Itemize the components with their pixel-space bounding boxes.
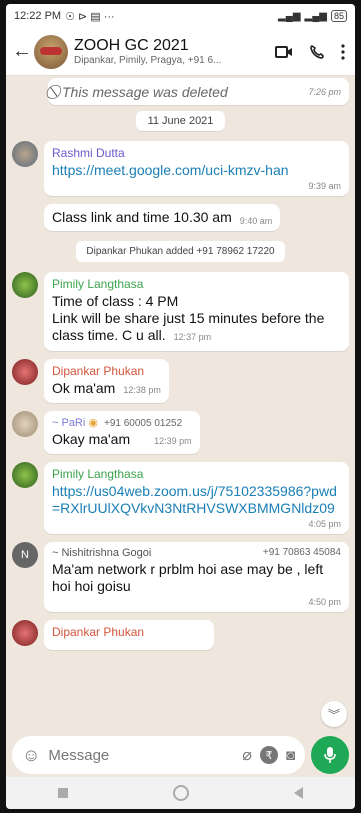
phone-screen: 12:22 PM ☉ ⊳ ▤ ··· ▂▄▆ ▂▄▆ 85 ← ZOOH GC … (6, 4, 355, 809)
meet-link[interactable]: https://meet.google.com/uci-kmzv-han (52, 162, 341, 179)
message-group-nishi: N ~ Nishitrishna Gogoi +91 70863 45084 Ma… (12, 538, 349, 616)
camera-icon[interactable]: ◙ (286, 747, 295, 764)
sender-name[interactable]: Pimily Langthasa (52, 467, 341, 481)
group-avatar[interactable] (34, 34, 68, 69)
message-text: Okay ma'am (52, 431, 131, 447)
message-line-1: Time of class : 4 PM (52, 293, 179, 309)
double-chevron-down-icon: ︾ (327, 707, 340, 722)
notification-icons: ☉ ⊳ ▤ ··· (65, 10, 115, 23)
signal-icon: ▂▄▆ (278, 10, 301, 22)
emoji-icon[interactable]: ☺ (22, 745, 40, 766)
recents-icon[interactable] (58, 788, 69, 798)
video-call-icon[interactable] (275, 45, 293, 59)
android-nav-bar (6, 777, 355, 809)
mic-icon (324, 747, 336, 763)
system-message: Dipankar Phukan added +91 78962 17220 (76, 241, 285, 262)
sender-name[interactable]: Rashmi Dutta (52, 146, 341, 160)
message-line-2: Link will be share just 15 minutes befor… (52, 310, 341, 346)
message-time: 9:40 am (239, 216, 273, 226)
message-group-pimily: Pimily Langthasa Time of class : 4 PM Li… (12, 268, 349, 355)
message-time: 4:50 pm (308, 597, 341, 607)
deleted-text: This message was deleted (62, 83, 228, 100)
message-group-dipankar: Dipankar Phukan Ok ma'am 12:38 pm (12, 355, 349, 407)
message-bubble[interactable]: Pimily Langthasa Time of class : 4 PM Li… (44, 272, 349, 351)
message-bubble[interactable]: Rashmi Dutta https://meet.google.com/uci… (44, 141, 349, 196)
date-divider: 11 June 2021 (135, 111, 226, 131)
message-group-pari: ~ PaRi ◉ +91 60005 01252 Okay ma'am 12:39 … (12, 407, 349, 458)
sender-name[interactable]: Dipankar Phukan (52, 364, 161, 378)
group-title: ZOOH GC 2021 (74, 37, 189, 54)
clock: 12:22 PM (14, 10, 62, 22)
avatar-dipankar[interactable] (12, 620, 38, 646)
home-icon[interactable] (172, 785, 189, 801)
message-bubble[interactable]: Pimily Langthasa https://us04web.zoom.us… (44, 462, 349, 534)
message-input[interactable]: Message (48, 747, 234, 764)
avatar-pimily[interactable] (12, 462, 38, 488)
sender-name[interactable]: ~ Nishitrishna Gogoi (52, 547, 151, 559)
scroll-down-button[interactable]: ︾ (321, 701, 347, 727)
message-time: 12:39 pm (154, 436, 192, 446)
battery-icon: 85 (330, 10, 347, 22)
more-options-icon[interactable] (341, 43, 345, 60)
message-input-box[interactable]: ☺ Message ⌀ ₹ ◙ (12, 736, 305, 774)
message-time: 9:39 am (308, 181, 341, 191)
header-title-block[interactable]: ZOOH GC 2021 Dipankar, Pimily, Pragya, +… (74, 37, 275, 66)
zoom-link[interactable]: https://us04web.zoom.us/j/75102335986?pw… (52, 483, 341, 517)
avatar-pimily[interactable] (12, 272, 38, 298)
chat-header[interactable]: ← ZOOH GC 2021 Dipankar, Pimily, Pragya,… (6, 28, 355, 76)
message-bubble[interactable]: ~ Nishitrishna Gogoi +91 70863 45084 Ma'a… (44, 542, 349, 612)
sender-name[interactable]: Dipankar Phukan (52, 625, 206, 639)
message-text: Ok ma'am (52, 380, 116, 396)
back-icon[interactable] (293, 787, 303, 799)
mic-button[interactable] (311, 736, 349, 774)
attach-icon[interactable]: ⌀ (242, 745, 252, 765)
message-bubble[interactable]: Dipankar Phukan Ok ma'am 12:38 pm (44, 359, 169, 403)
group-members: Dipankar, Pimily, Pragya, +91 6... (74, 55, 222, 66)
sender-phone: +91 70863 45084 (262, 547, 341, 558)
message-bubble[interactable]: Class link and time 10.30 am 9:40 am (44, 204, 281, 231)
voice-call-icon[interactable] (309, 44, 325, 60)
back-arrow-icon[interactable]: ← (12, 40, 32, 63)
message-time: 7:26 pm (308, 86, 341, 97)
message-group-rashmi: Rashmi Dutta https://meet.google.com/uci… (12, 137, 349, 235)
avatar-nishi[interactable]: N (12, 542, 38, 568)
avatar-rashmi[interactable] (12, 141, 38, 167)
emoji-icon: ◉ (88, 417, 98, 429)
message-time: 4:05 pm (308, 519, 341, 529)
payment-icon[interactable]: ₹ (259, 746, 278, 764)
message-time: 12:38 pm (123, 385, 161, 395)
message-group-dipankar-2: Dipankar Phukan (12, 616, 349, 654)
sender-name[interactable]: ~ PaRi (52, 417, 85, 429)
message-text: Class link and time 10.30 am (52, 209, 232, 225)
sender-line: ~ Nishitrishna Gogoi +91 70863 45084 (52, 547, 341, 559)
deleted-message[interactable]: ⃠ This message was deleted 7:26 pm (48, 78, 349, 105)
status-bar: 12:22 PM ☉ ⊳ ▤ ··· ▂▄▆ ▂▄▆ 85 (6, 4, 355, 28)
avatar-pari[interactable] (12, 411, 38, 437)
message-bubble[interactable]: Dipankar Phukan (44, 620, 214, 650)
sender-name[interactable]: Pimily Langthasa (52, 277, 341, 291)
chat-area[interactable]: ⃠ This message was deleted 7:26 pm 11 Ju… (6, 76, 355, 735)
message-group-pimily-2: Pimily Langthasa https://us04web.zoom.us… (12, 458, 349, 538)
sender-phone: +91 60005 01252 (104, 418, 183, 429)
message-composer: ☺ Message ⌀ ₹ ◙ (12, 735, 349, 775)
sender-line: ~ PaRi ◉ +91 60005 01252 (52, 416, 192, 429)
message-time: 12:37 pm (173, 332, 212, 342)
avatar-dipankar[interactable] (12, 359, 38, 385)
message-text: Ma'am network r prblm hoi ase may be , l… (52, 561, 324, 594)
message-bubble[interactable]: ~ PaRi ◉ +91 60005 01252 Okay ma'am 12:39 … (44, 411, 200, 454)
signal-icon-2: ▂▄▆ (304, 10, 327, 22)
